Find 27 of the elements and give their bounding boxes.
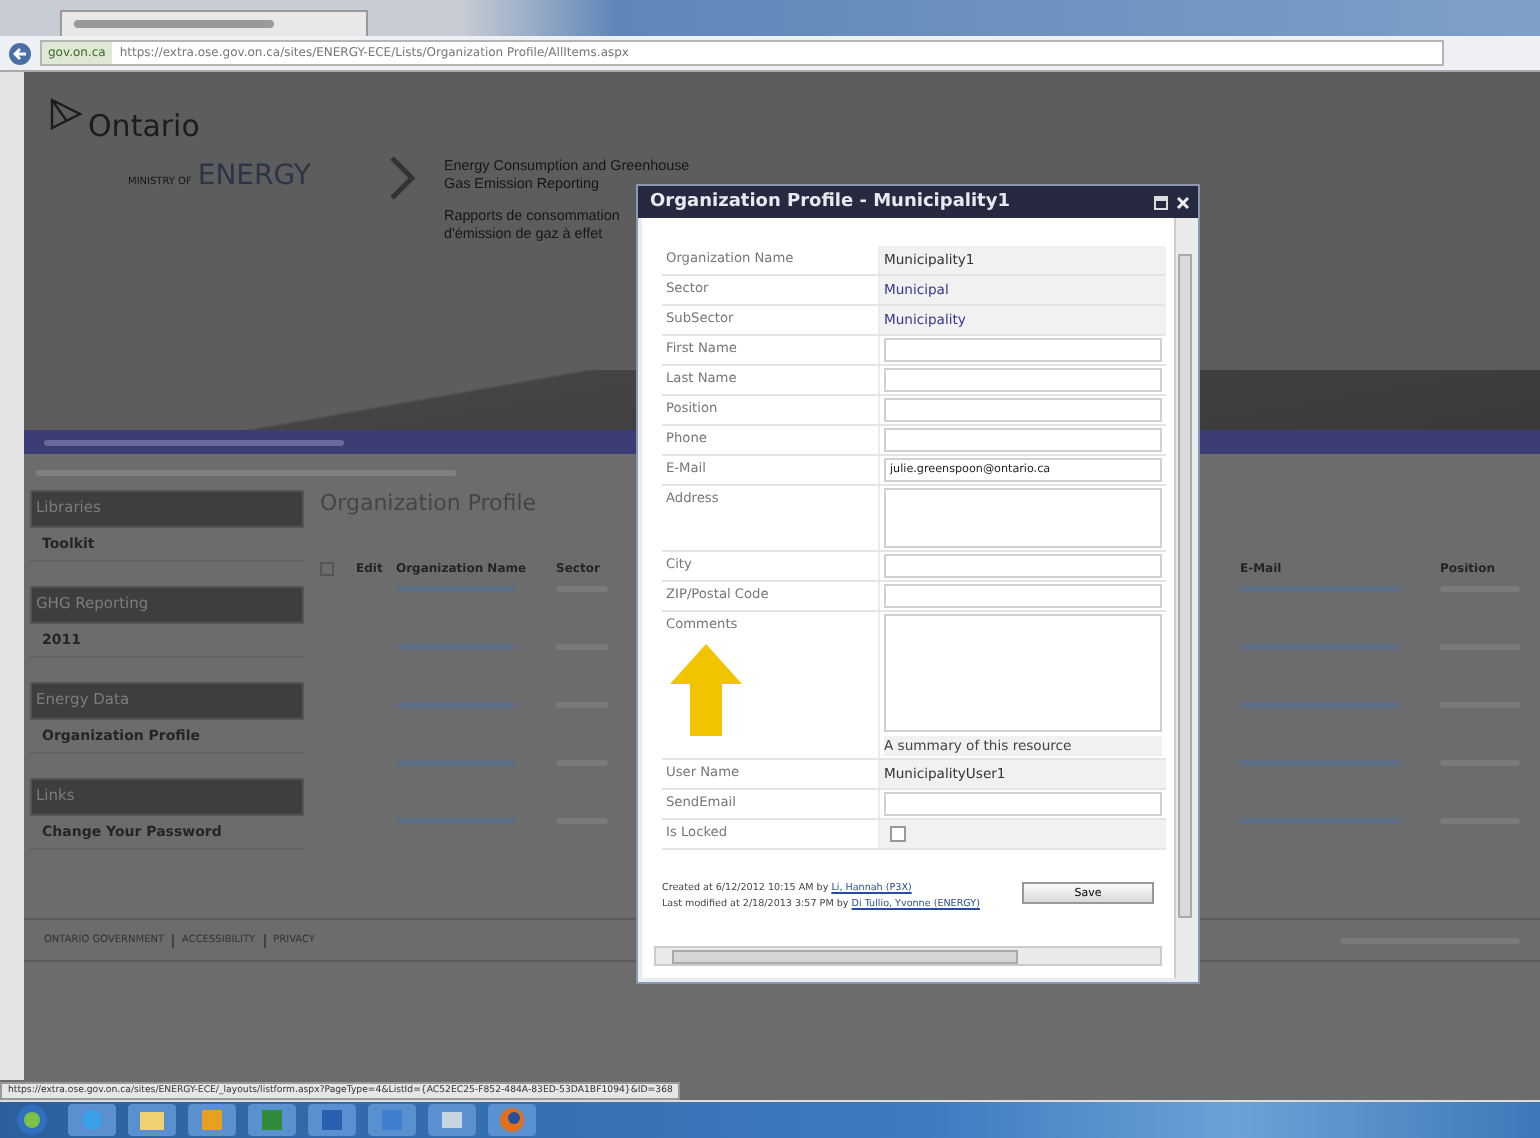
browser-icon[interactable] bbox=[68, 1104, 116, 1136]
input-field[interactable] bbox=[884, 792, 1162, 816]
text-area[interactable] bbox=[884, 614, 1162, 732]
close-icon[interactable] bbox=[1176, 195, 1190, 209]
chevron-icon bbox=[388, 156, 416, 200]
horizontal-scrollbar[interactable] bbox=[654, 946, 1162, 966]
input-field[interactable] bbox=[884, 338, 1162, 362]
app-icon[interactable] bbox=[428, 1104, 476, 1136]
input-field[interactable] bbox=[884, 584, 1162, 608]
app-icon[interactable] bbox=[308, 1104, 356, 1136]
back-icon[interactable] bbox=[8, 41, 32, 65]
maximize-icon[interactable] bbox=[1154, 195, 1168, 209]
input-field[interactable] bbox=[884, 368, 1162, 392]
checkbox[interactable] bbox=[890, 826, 906, 842]
text-area[interactable] bbox=[884, 488, 1162, 548]
app-icon[interactable] bbox=[248, 1104, 296, 1136]
dialog-title: Organization Profile - Municipality1 bbox=[650, 192, 1010, 212]
input-field[interactable] bbox=[884, 428, 1162, 452]
app-icon[interactable] bbox=[188, 1104, 236, 1136]
folder-icon[interactable] bbox=[128, 1104, 176, 1136]
vertical-scrollbar[interactable] bbox=[1174, 218, 1194, 978]
browser-tab[interactable] bbox=[60, 10, 368, 36]
app-icon[interactable] bbox=[368, 1104, 416, 1136]
input-field[interactable] bbox=[884, 398, 1162, 422]
firefox-icon[interactable] bbox=[488, 1104, 536, 1136]
input-field[interactable] bbox=[884, 554, 1162, 578]
logo-text: Ontario bbox=[88, 108, 200, 144]
